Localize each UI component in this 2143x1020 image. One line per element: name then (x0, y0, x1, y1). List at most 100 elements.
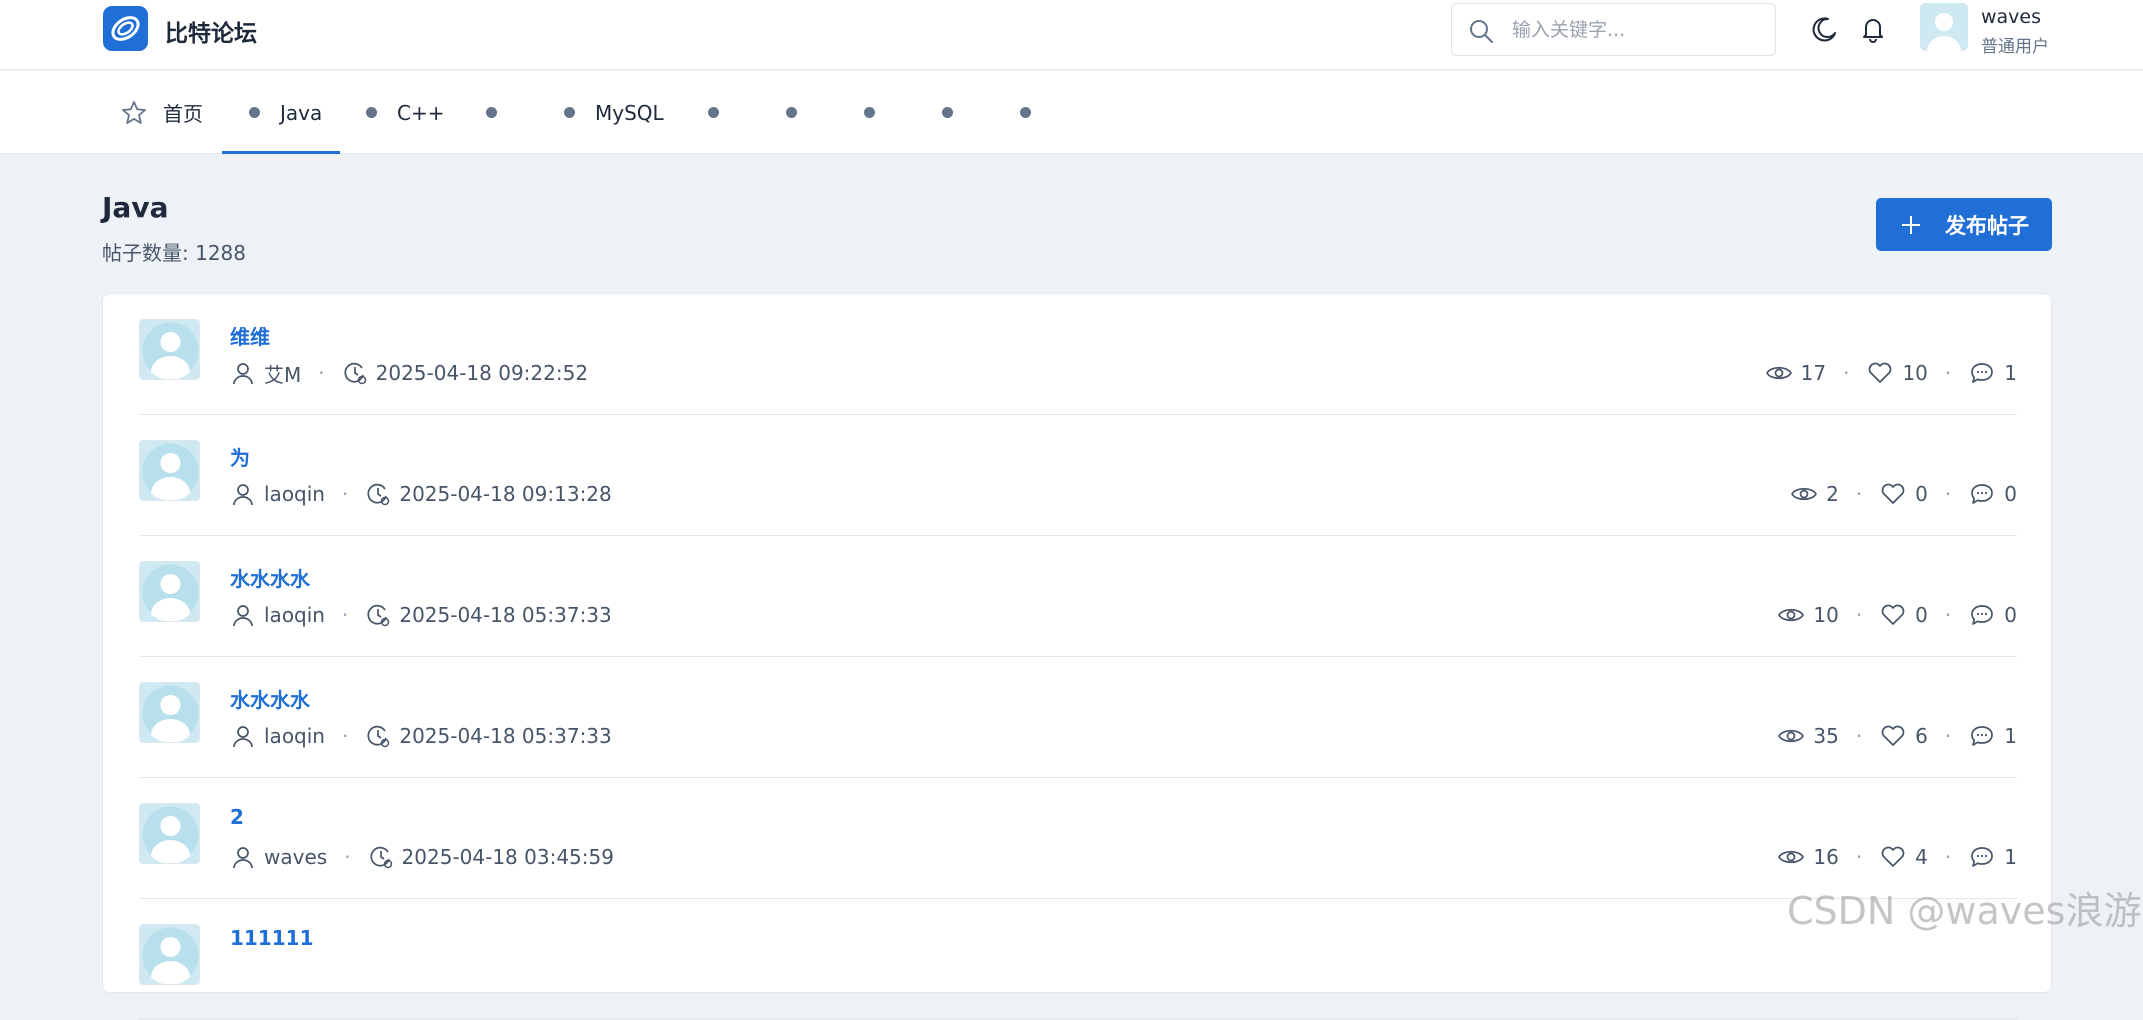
like-count: 0 (1915, 482, 1928, 506)
post-row[interactable]: 111111 · (139, 899, 2017, 1020)
post-meta: 艾M · 2025-04-18 09:22:52 (230, 357, 588, 389)
heart-icon[interactable] (1879, 843, 1907, 871)
stat-separator: · (1855, 482, 1863, 506)
tab-home[interactable]: 首页 (120, 71, 203, 154)
comment-count: 0 (2004, 603, 2017, 627)
post-count: 帖子数量: 1288 (102, 241, 246, 265)
view-count: 17 (1800, 361, 1827, 385)
meta-separator: · (341, 724, 349, 748)
meta-separator: · (344, 845, 351, 869)
clock-icon (342, 360, 368, 386)
post-meta: laoqin · 2025-04-18 05:37:33 (230, 720, 612, 752)
tab-unnamed-4[interactable] (864, 71, 875, 154)
post-time: 2025-04-18 03:45:59 (401, 845, 614, 869)
board-title: Java (102, 191, 169, 224)
author-avatar[interactable] (139, 561, 200, 622)
post-author[interactable]: waves (264, 845, 327, 869)
author-avatar[interactable] (139, 924, 200, 985)
comment-icon[interactable] (1968, 480, 1996, 508)
tab-unnamed-1[interactable] (486, 71, 497, 154)
tab-cpp[interactable]: C++ (366, 71, 444, 154)
clock-icon (365, 602, 391, 628)
user-icon (230, 481, 256, 507)
tab-java[interactable]: Java (221, 71, 341, 154)
logo-icon[interactable] (103, 6, 148, 51)
eye-icon (1777, 722, 1805, 750)
meta-separator: · (341, 482, 349, 506)
brand-name[interactable]: 比特论坛 (165, 14, 257, 48)
dot-icon (1020, 107, 1031, 118)
heart-icon[interactable] (1866, 359, 1894, 387)
author-avatar[interactable] (139, 803, 200, 864)
comment-icon[interactable] (1968, 722, 1996, 750)
new-post-label: 发布帖子 (1945, 213, 2029, 238)
heart-icon[interactable] (1879, 601, 1907, 629)
post-row[interactable]: 水水水水 laoqin · 2025-04-18 05:37:33 (139, 536, 2017, 657)
post-stats: 16 · 4 · 1 (1777, 841, 2017, 873)
dark-mode-moon-icon[interactable] (1808, 13, 1840, 45)
post-title[interactable]: 维维 (230, 321, 270, 350)
post-stats: 17 · 10 · 1 (1765, 357, 2017, 389)
post-meta: laoqin · 2025-04-18 09:13:28 (230, 478, 612, 510)
post-time: 2025-04-18 05:37:33 (399, 724, 612, 748)
post-author[interactable]: laoqin (264, 603, 325, 627)
tab-label: 首页 (163, 102, 203, 126)
post-title[interactable]: 水水水水 (230, 684, 310, 713)
post-stats: 10 · 0 · 0 (1777, 599, 2017, 631)
comment-count: 1 (2004, 361, 2017, 385)
stat-separator: · (1944, 482, 1952, 506)
post-meta: waves · 2025-04-18 03:45:59 (230, 841, 614, 873)
stat-separator: · (1944, 845, 1952, 869)
tab-label: C++ (397, 100, 445, 125)
user-avatar[interactable] (1920, 3, 1968, 51)
author-avatar[interactable] (139, 319, 200, 380)
post-title[interactable]: 111111 (230, 926, 314, 950)
post-author[interactable]: laoqin (264, 724, 325, 748)
post-row[interactable]: 为 laoqin · 2025-04-18 09:13:28 2 · 0 · 0 (139, 415, 2017, 536)
tab-mysql[interactable]: MySQL (564, 71, 664, 154)
post-list: 维维 艾M · 2025-04-18 09:22:52 17 · 10 · 1 … (102, 293, 2052, 1020)
user-name[interactable]: waves (1981, 6, 2041, 28)
post-row[interactable]: 维维 艾M · 2025-04-18 09:22:52 17 · 10 · 1 (139, 294, 2017, 415)
tab-unnamed-6[interactable] (1020, 71, 1031, 154)
post-time: 2025-04-18 09:13:28 (399, 482, 612, 506)
comment-icon[interactable] (1968, 359, 1996, 387)
tab-label: MySQL (595, 100, 664, 125)
post-title[interactable]: 为 (230, 442, 250, 471)
stat-separator: · (1855, 724, 1863, 748)
post-title[interactable]: 水水水水 (230, 563, 310, 592)
user-icon (230, 844, 256, 870)
heart-icon[interactable] (1879, 722, 1907, 750)
user-icon (230, 360, 256, 386)
eye-icon (1790, 480, 1818, 508)
tab-unnamed-5[interactable] (942, 71, 953, 154)
comment-icon[interactable] (1968, 843, 1996, 871)
post-author[interactable]: laoqin (264, 482, 325, 506)
comment-icon[interactable] (1968, 601, 1996, 629)
author-avatar[interactable] (139, 682, 200, 743)
heart-icon[interactable] (1879, 480, 1907, 508)
dot-icon (942, 107, 953, 118)
notification-bell-icon[interactable] (1857, 13, 1889, 45)
tab-unnamed-2[interactable] (708, 71, 719, 154)
post-title[interactable]: 2 (230, 805, 244, 829)
search-box[interactable] (1451, 3, 1776, 56)
search-input[interactable] (1512, 14, 1762, 46)
post-stats: 2 · 0 · 0 (1790, 478, 2017, 510)
top-header: 比特论坛 waves 普通用户 (0, 0, 2143, 70)
user-role: 普通用户 (1981, 37, 2049, 57)
post-row[interactable]: 2 waves · 2025-04-18 03:45:59 16 · 4 · 1 (139, 778, 2017, 899)
post-row[interactable]: 水水水水 laoqin · 2025-04-18 05:37:33 (139, 657, 2017, 778)
post-author[interactable]: 艾M (264, 359, 301, 388)
clock-icon (365, 481, 391, 507)
tab-unnamed-3[interactable] (786, 71, 797, 154)
new-post-button[interactable]: 发布帖子 (1876, 198, 2052, 251)
user-icon (230, 723, 256, 749)
author-avatar[interactable] (139, 440, 200, 501)
post-meta: laoqin · 2025-04-18 05:37:33 (230, 599, 612, 631)
view-count: 35 (1813, 724, 1839, 748)
like-count: 4 (1915, 845, 1928, 869)
dot-icon (708, 107, 719, 118)
plus-icon (1902, 215, 1920, 234)
stat-separator: · (1843, 361, 1850, 385)
